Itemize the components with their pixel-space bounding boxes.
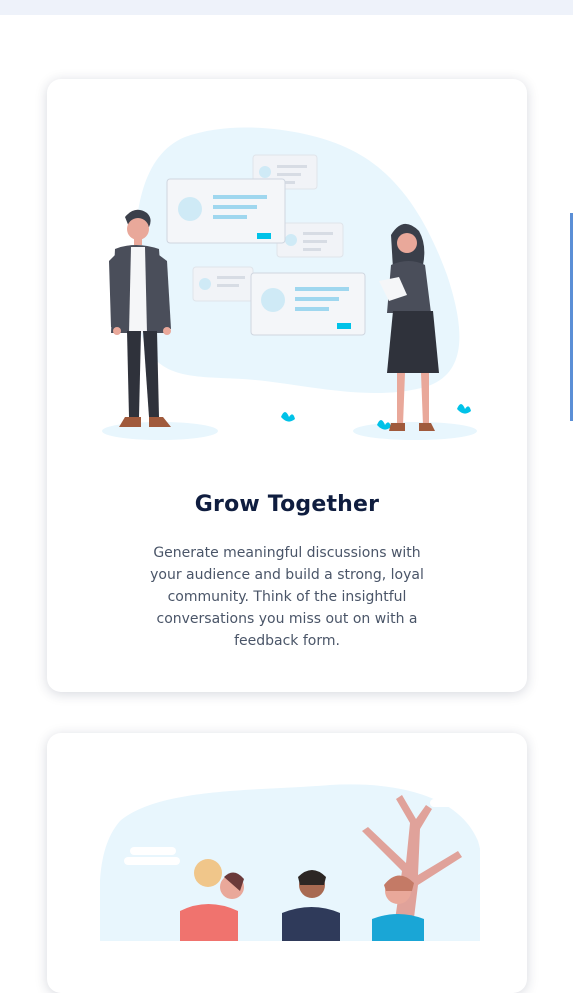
feature-card-grow-together: Grow Together Generate meaningful discus… [47, 79, 527, 692]
feature-description: Generate meaningful discussions with you… [150, 545, 424, 649]
top-section-band [0, 0, 573, 15]
two-people-discussion-illustration [102, 127, 477, 440]
feature-card-community [47, 733, 527, 993]
people-under-tree-illustration [100, 784, 480, 941]
feature-title: Grow Together [194, 492, 380, 517]
